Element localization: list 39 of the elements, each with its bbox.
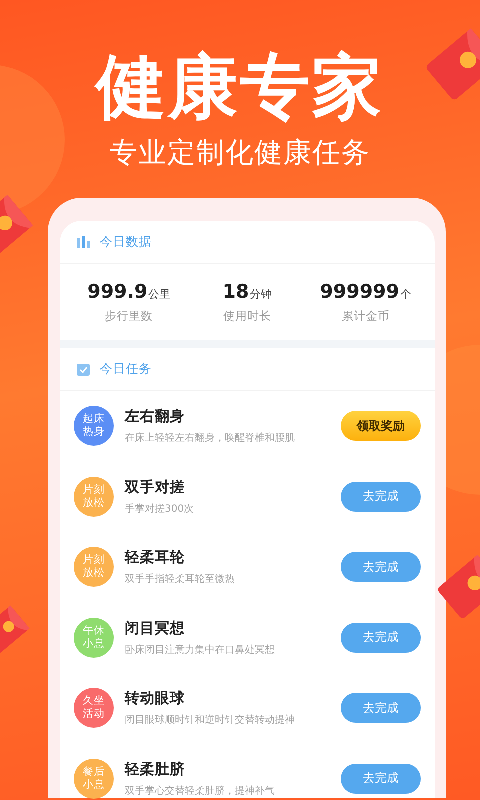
category-badge: 片刻放松 bbox=[74, 476, 114, 517]
task-title: 轻柔耳轮 bbox=[125, 549, 186, 568]
calendar-check-icon bbox=[77, 362, 90, 376]
task-description: 闭目眼球顺时针和逆时针交替转动提神 bbox=[125, 714, 296, 728]
stat-unit: 个 bbox=[400, 286, 412, 302]
task-description: 手掌对搓300次 bbox=[125, 502, 196, 516]
stat-unit: 分钟 bbox=[250, 286, 272, 302]
category-badge: 餐后小息 bbox=[74, 758, 114, 799]
hero-title: 健康专家 bbox=[96, 45, 384, 130]
stat-label: 使用时长 bbox=[223, 308, 272, 324]
go-complete-button[interactable]: 去完成 bbox=[341, 764, 421, 794]
category-badge: 起床热身 bbox=[74, 406, 114, 446]
category-badge: 午休小息 bbox=[74, 618, 114, 658]
stat-value: 999999 bbox=[320, 280, 400, 302]
bar-chart-icon bbox=[77, 236, 90, 248]
stat-label: 步行里数 bbox=[105, 308, 154, 324]
go-complete-button[interactable]: 去完成 bbox=[341, 693, 421, 724]
category-badge: 久坐活动 bbox=[74, 688, 114, 728]
stat-label: 累计金币 bbox=[342, 308, 390, 324]
task-title: 转动眼球 bbox=[125, 690, 186, 708]
task-description: 卧床闭目注意力集中在口鼻处冥想 bbox=[125, 644, 276, 657]
task-description: 双手手指轻柔耳轮至微热 bbox=[125, 572, 236, 586]
section-heading: 今日数据 bbox=[100, 234, 152, 250]
stat-unit: 公里 bbox=[148, 286, 171, 302]
go-complete-button[interactable]: 去完成 bbox=[341, 482, 421, 512]
task-description: 双手掌心交替轻柔肚脐，提神补气 bbox=[125, 784, 276, 798]
task-description: 在床上轻轻左右翻身，唤醒脊椎和腰肌 bbox=[125, 432, 296, 446]
task-title: 左右翻身 bbox=[125, 408, 186, 426]
claim-reward-button[interactable]: 领取奖励 bbox=[341, 411, 421, 442]
stat-value: 18 bbox=[222, 280, 250, 302]
task-title: 双手对搓 bbox=[125, 478, 186, 497]
go-complete-button[interactable]: 去完成 bbox=[341, 622, 421, 653]
category-badge: 片刻放松 bbox=[74, 547, 114, 588]
go-complete-button[interactable]: 去完成 bbox=[341, 552, 421, 582]
task-title: 轻柔肚脐 bbox=[125, 760, 186, 779]
stat-value: 999.9 bbox=[88, 280, 148, 302]
task-title: 闭目冥想 bbox=[125, 620, 186, 638]
hero-subtitle: 专业定制化健康任务 bbox=[110, 135, 370, 171]
section-heading: 今日任务 bbox=[100, 360, 152, 378]
